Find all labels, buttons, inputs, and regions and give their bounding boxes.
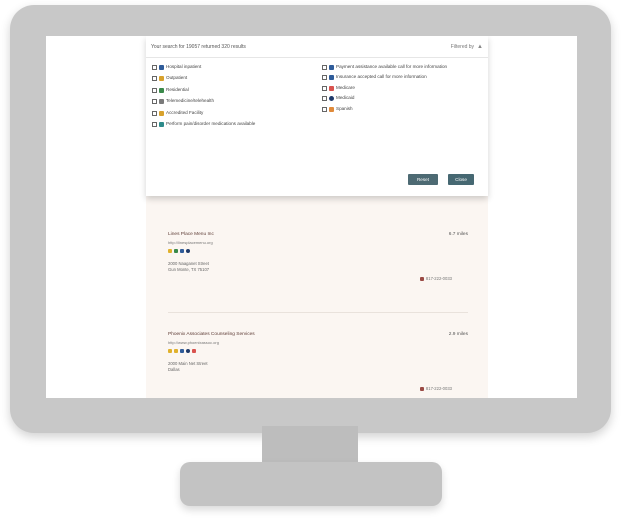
close-button-label: Close bbox=[455, 177, 467, 182]
filter-option-payment-assistance[interactable]: Payment assistance available call for mo… bbox=[322, 64, 482, 70]
listing-name[interactable]: Lines Place Menu Inc bbox=[168, 232, 468, 237]
checkbox[interactable] bbox=[152, 87, 157, 93]
listing-address: 2000 Main Net Street Dallas bbox=[168, 361, 468, 374]
phone-icon bbox=[419, 276, 424, 281]
chevron-up-icon: ▲ bbox=[477, 43, 483, 50]
listing-url[interactable]: http://www.phoenixassoc.org bbox=[168, 340, 468, 345]
filter-label: Payment assistance available call for mo… bbox=[336, 64, 448, 69]
filter-label: Hospital inpatient bbox=[166, 64, 202, 69]
filtered-by-toggle[interactable]: Filtered by ▲ bbox=[451, 44, 483, 50]
phone-number: 817-222-0033 bbox=[425, 276, 452, 281]
filter-option-spanish[interactable]: Spanish bbox=[322, 106, 482, 112]
listing-item: Phoenix Associates Counseling Services h… bbox=[168, 332, 468, 391]
monitor-screen: Your search for 19057 returned 320 resul… bbox=[46, 36, 577, 398]
filter-option-residential[interactable]: Residential bbox=[152, 87, 312, 93]
stage: Your search for 19057 returned 320 resul… bbox=[0, 0, 621, 521]
insurance-icon bbox=[180, 349, 184, 353]
filter-option-telehealth[interactable]: Telemedicine/telehealth bbox=[152, 98, 312, 105]
medicaid-icon bbox=[186, 249, 190, 253]
checkbox[interactable] bbox=[322, 85, 327, 91]
filter-label: Medicaid bbox=[336, 95, 355, 101]
search-results-page: Your search for 19057 returned 320 resul… bbox=[146, 36, 488, 398]
telehealth-icon bbox=[159, 99, 164, 105]
checkbox[interactable] bbox=[322, 106, 327, 112]
phone-number: 817-222-0033 bbox=[425, 386, 452, 391]
outpatient-icon bbox=[168, 349, 172, 353]
listing-phone[interactable]: 817-222-0033 bbox=[419, 386, 452, 391]
listing-distance: 6.7 miles bbox=[448, 232, 468, 237]
hospital-icon bbox=[159, 65, 164, 70]
medicaid-icon bbox=[186, 349, 190, 353]
filter-label: Insurance accepted call for more informa… bbox=[336, 74, 427, 80]
close-button[interactable]: Close bbox=[448, 174, 474, 185]
checkbox[interactable] bbox=[152, 99, 157, 105]
listing-distance: 2.9 miles bbox=[448, 332, 468, 337]
filter-label: Residential bbox=[166, 86, 189, 92]
filter-option-insurance[interactable]: Insurance accepted call for more informa… bbox=[322, 74, 482, 81]
payment-icon bbox=[329, 65, 334, 70]
medication-icon bbox=[159, 122, 164, 128]
checkbox[interactable] bbox=[152, 65, 157, 70]
listing-name[interactable]: Phoenix Associates Counseling Services bbox=[168, 332, 468, 337]
filter-label: Accredited Facility bbox=[166, 109, 204, 115]
filter-option-outpatient[interactable]: Outpatient bbox=[152, 75, 312, 82]
insurance-icon bbox=[180, 249, 184, 253]
results-bar: Your search for 19057 returned 320 resul… bbox=[146, 36, 488, 58]
spanish-icon bbox=[329, 106, 334, 112]
filter-label: Outpatient bbox=[166, 75, 188, 81]
listing-service-icons bbox=[168, 249, 468, 253]
insurance-icon bbox=[329, 75, 334, 81]
filter-column-left: Hospital inpatient Outpatient Residentia… bbox=[152, 64, 312, 128]
accredited-icon bbox=[174, 349, 178, 353]
filter-option-accredited[interactable]: Accredited Facility bbox=[152, 110, 312, 116]
listing-service-icons bbox=[168, 349, 468, 353]
phone-icon bbox=[419, 386, 424, 391]
checkbox[interactable] bbox=[152, 122, 157, 128]
accredited-icon bbox=[159, 110, 164, 116]
listing-url[interactable]: http://linesplacemenu.org bbox=[168, 240, 468, 245]
residential-icon bbox=[159, 87, 164, 93]
filter-option-medicare[interactable]: Medicare bbox=[322, 85, 482, 91]
outpatient-icon bbox=[168, 249, 172, 253]
listing-phone[interactable]: 817-222-0033 bbox=[419, 276, 452, 281]
filtered-by-label: Filtered by bbox=[450, 43, 475, 50]
filter-label: Medicare bbox=[336, 84, 355, 90]
filter-options: Hospital inpatient Outpatient Residentia… bbox=[146, 58, 488, 128]
listing-item: Lines Place Menu Inc http://linesplaceme… bbox=[168, 232, 468, 281]
checkbox[interactable] bbox=[322, 65, 327, 70]
filter-label: Telemedicine/telehealth bbox=[166, 98, 215, 104]
filter-option-hospital-inpatient[interactable]: Hospital inpatient bbox=[152, 64, 312, 70]
residential-icon bbox=[174, 249, 178, 253]
panel-buttons: Reset Close bbox=[408, 174, 474, 185]
medicare-icon bbox=[329, 85, 334, 91]
checkbox[interactable] bbox=[152, 110, 157, 116]
reset-button[interactable]: Reset bbox=[408, 174, 438, 185]
medicare-icon bbox=[192, 349, 196, 353]
filter-panel: Your search for 19057 returned 320 resul… bbox=[146, 36, 488, 196]
filter-option-medications[interactable]: Perform pain/disorder medications availa… bbox=[152, 121, 312, 128]
filter-column-right: Payment assistance available call for mo… bbox=[322, 64, 482, 128]
monitor-stand-base bbox=[180, 462, 442, 506]
checkbox[interactable] bbox=[152, 76, 157, 82]
listing-divider bbox=[168, 312, 468, 313]
listing-address: 2000 Naaganet Street Gun Monte, TX 75107 bbox=[168, 261, 468, 274]
results-summary: Your search for 19057 returned 320 resul… bbox=[151, 43, 246, 50]
medicaid-icon bbox=[329, 96, 334, 102]
outpatient-icon bbox=[159, 76, 164, 82]
address-line-2: Dallas bbox=[168, 367, 180, 373]
checkbox[interactable] bbox=[322, 75, 327, 81]
reset-button-label: Reset bbox=[416, 177, 429, 182]
filter-label: Spanish bbox=[336, 105, 353, 111]
filter-label: Perform pain/disorder medications availa… bbox=[166, 121, 256, 127]
address-line-2: Gun Monte, TX 75107 bbox=[168, 267, 210, 273]
filter-option-medicaid[interactable]: Medicaid bbox=[322, 95, 482, 102]
checkbox[interactable] bbox=[322, 96, 327, 102]
